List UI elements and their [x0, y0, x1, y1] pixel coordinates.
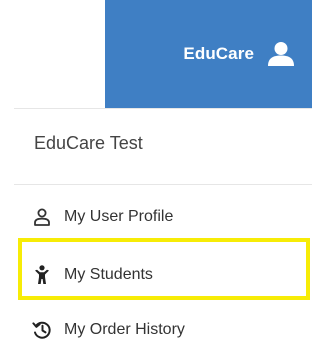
divider: [14, 184, 312, 185]
page: EduCare EduCare Test My User Profile My …: [0, 0, 312, 360]
account-dropdown: EduCare Test My User Profile My Students: [0, 108, 312, 360]
menu-item-my-user-profile[interactable]: My User Profile: [20, 194, 312, 240]
menu-item-label: My Order History: [64, 321, 185, 338]
menu-item-my-order-history[interactable]: My Order History: [20, 307, 312, 353]
account-menu-toggle[interactable]: EduCare: [105, 0, 312, 108]
menu-item-label: My User Profile: [64, 208, 174, 225]
brand-name: EduCare: [183, 44, 254, 63]
divider: [14, 108, 312, 109]
account-name: EduCare Test: [34, 133, 143, 153]
child-icon: [32, 265, 52, 285]
menu-item-my-students[interactable]: My Students: [20, 252, 312, 298]
user-outline-icon: [32, 207, 52, 227]
user-icon: [267, 41, 295, 67]
menu-item-label: My Students: [64, 266, 153, 283]
history-icon: [32, 320, 52, 340]
